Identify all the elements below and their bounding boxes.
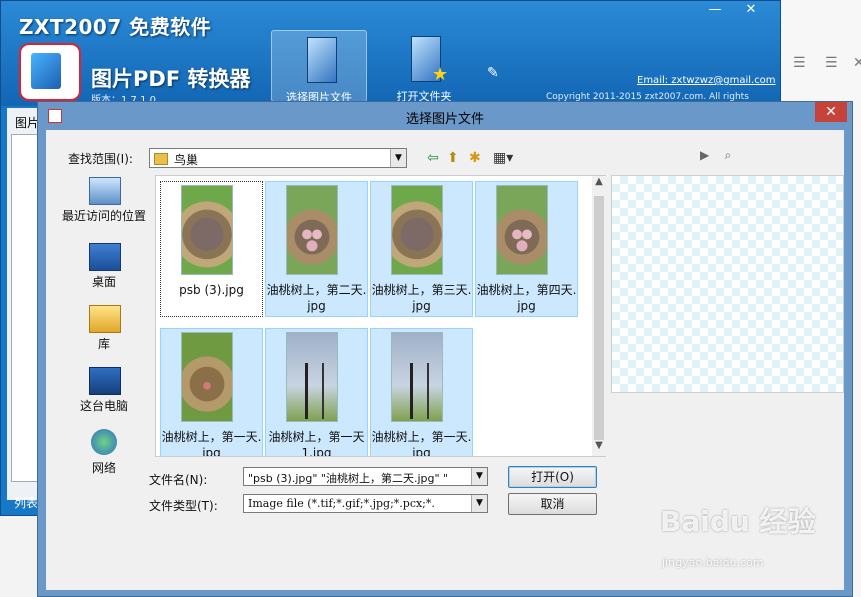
open-folder-button[interactable]: ★ 打开文件夹	[376, 30, 472, 103]
place-desktop[interactable]: 桌面	[54, 243, 154, 301]
baidu-watermark-url: jingyan.baidu.com	[662, 556, 764, 569]
look-in-combobox[interactable]: 鸟巢 ▼	[149, 148, 407, 168]
place-libraries[interactable]: 库	[54, 305, 154, 363]
file-item[interactable]: 油桃树上，第四天.jpg	[475, 181, 578, 317]
chevron-down-icon[interactable]: ▼	[471, 468, 487, 485]
file-name: psb (3).jpg	[179, 283, 244, 297]
pdf-logo-icon	[19, 43, 81, 101]
place-label: 这台电脑	[79, 399, 128, 413]
place-this-pc[interactable]: 这台电脑	[54, 367, 154, 425]
libraries-icon	[89, 305, 121, 333]
file-item[interactable]: 油桃树上，第三天.jpg	[370, 181, 473, 317]
filetype-value: Image file (*.tif;*.gif;*.jpg;*.pcx;*.	[248, 497, 435, 510]
image-thumbnail	[286, 332, 338, 422]
place-label: 最近访问的位置	[61, 209, 146, 223]
filename-input[interactable]: "psb (3).jpg" "油桃树上，第二天.jpg" " ▼	[243, 467, 488, 486]
scroll-up-icon[interactable]: ▲	[592, 176, 606, 192]
image-file-icon	[307, 37, 337, 83]
email-link[interactable]: Email: zxtwzwz@gmail.com	[637, 75, 776, 86]
play-icon[interactable]: ▶	[700, 148, 709, 162]
open-button[interactable]: 打开(O)	[508, 466, 597, 488]
place-recent[interactable]: 最近访问的位置	[54, 177, 154, 235]
filetype-label: 文件类型(T):	[149, 499, 218, 513]
filename-value: "psb (3).jpg" "油桃树上，第二天.jpg" "	[248, 472, 449, 485]
folder-icon	[154, 153, 168, 165]
cancel-button[interactable]: 取消	[508, 493, 597, 515]
new-folder-icon[interactable]: ✱	[469, 150, 481, 166]
image-preview-pane	[611, 175, 844, 393]
this-pc-icon	[89, 367, 121, 395]
place-network[interactable]: 网络	[54, 429, 154, 487]
back-icon[interactable]: ⇦	[427, 150, 439, 166]
file-name: 油桃树上，第一天.jpg	[161, 430, 262, 457]
image-thumbnail	[391, 332, 443, 422]
places-bar: 最近访问的位置 桌面 库 这台电脑 网络	[54, 175, 154, 485]
close-icon: ✕	[853, 55, 861, 71]
dialog-titlebar[interactable]: 选择图片文件 ✕	[38, 102, 852, 130]
app-title: ZXT2007 免费软件	[19, 15, 212, 39]
zoom-icon[interactable]: ⌕	[725, 148, 732, 162]
close-button[interactable]: ✕	[734, 1, 768, 19]
file-name: 油桃树上，第一天.jpg	[371, 430, 472, 457]
image-thumbnail	[181, 185, 233, 275]
chevron-down-icon[interactable]: ▼	[471, 495, 487, 512]
select-image-files-button[interactable]: 选择图片文件	[271, 30, 367, 104]
scroll-down-icon[interactable]: ▼	[592, 440, 606, 456]
dialog-title: 选择图片文件	[405, 112, 484, 127]
file-item[interactable]: psb (3).jpg	[160, 181, 263, 317]
clear-brush-icon[interactable]: ✎	[487, 65, 503, 81]
place-label: 桌面	[91, 275, 116, 289]
app-header: ZXT2007 免费软件 图片PDF 转换器 版本：1.7.1.0 选择图片文件…	[1, 1, 780, 112]
up-folder-icon[interactable]: ⬆	[447, 150, 459, 166]
list-label: 列表	[14, 496, 39, 510]
preview-controls: ▶ ⌕	[700, 148, 731, 163]
star-icon: ★	[432, 64, 449, 85]
place-label: 网络	[91, 461, 116, 475]
file-name: 油桃树上，第三天.jpg	[371, 283, 472, 313]
file-name: 油桃树上，第四天.jpg	[476, 283, 577, 313]
place-label: 库	[97, 337, 110, 351]
desktop-icon	[89, 243, 121, 271]
file-list[interactable]: psb (3).jpg 油桃树上，第二天.jpg 油桃树上，第三天.jpg 油桃…	[155, 175, 606, 457]
file-list-scrollbar[interactable]: ▲ ▼	[592, 176, 606, 456]
file-item[interactable]: 油桃树上，第一天1.jpg	[265, 328, 368, 457]
look-in-value: 鸟巢	[174, 153, 199, 167]
image-thumbnail	[496, 185, 548, 275]
image-thumbnail	[286, 185, 338, 275]
baidu-watermark: Baidu 经验	[660, 505, 816, 538]
file-item[interactable]: 油桃树上，第一天.jpg	[160, 328, 263, 457]
list-icon: ☰	[793, 55, 806, 71]
file-item[interactable]: 油桃树上，第一天.jpg	[370, 328, 473, 457]
list-icon: ☰	[825, 55, 838, 71]
file-name: 油桃树上，第一天1.jpg	[268, 430, 365, 457]
file-name: 油桃树上，第二天.jpg	[266, 283, 367, 313]
file-item[interactable]: 油桃树上，第二天.jpg	[265, 181, 368, 317]
app-subtitle: 图片PDF 转换器	[91, 67, 251, 91]
filename-label: 文件名(N):	[149, 473, 208, 487]
filetype-select[interactable]: Image file (*.tif;*.gif;*.jpg;*.pcx;*. ▼	[243, 494, 488, 513]
look-in-label: 查找范围(I):	[68, 152, 133, 166]
image-panel-label: 图片	[15, 116, 40, 130]
recent-places-icon	[89, 177, 121, 205]
chevron-down-icon[interactable]: ▼	[390, 149, 406, 167]
network-icon	[91, 429, 117, 455]
scrollbar-thumb[interactable]	[594, 196, 604, 440]
image-thumbnail	[181, 332, 233, 422]
image-panel: 图片	[7, 108, 43, 500]
image-thumbnail	[391, 185, 443, 275]
dialog-close-button[interactable]: ✕	[815, 102, 847, 122]
view-menu-icon[interactable]: ▦▾	[493, 150, 513, 166]
minimize-button[interactable]: —	[698, 1, 732, 19]
